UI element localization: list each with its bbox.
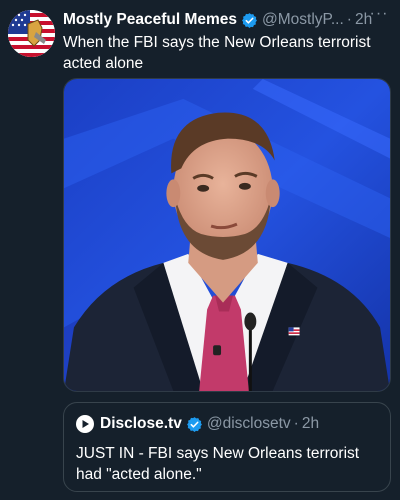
quoted-display-name[interactable]: Disclose.tv <box>100 415 182 433</box>
quoted-separator: · <box>293 415 299 432</box>
quoted-timestamp[interactable]: 2h <box>302 415 319 433</box>
tweet[interactable]: Mostly Peaceful Memes @MostlyP... · 2h ·… <box>0 0 400 500</box>
handle[interactable]: @MostlyP... <box>262 11 344 29</box>
photo-of-man-in-suit <box>64 79 390 391</box>
more-options-icon[interactable]: ··· <box>368 6 390 26</box>
quoted-tweet-header: Disclose.tv @disclosetv · 2h <box>76 415 319 433</box>
avatar[interactable] <box>8 10 55 57</box>
display-name[interactable]: Mostly Peaceful Memes <box>63 11 237 29</box>
quoted-verified-badge-icon <box>186 416 202 432</box>
verified-badge-icon <box>242 12 257 28</box>
quoted-tweet-text: JUST IN - FBI says New Orleans terrorist… <box>76 445 360 483</box>
tweet-header: Mostly Peaceful Memes @MostlyP... · 2h <box>63 9 392 31</box>
avatar-flag-image <box>8 10 55 57</box>
tweet-media[interactable] <box>63 78 391 392</box>
play-logo-icon <box>76 415 94 433</box>
tweet-text: When the FBI says the New Orleans terror… <box>63 34 371 72</box>
quoted-handle[interactable]: @disclosetv <box>207 415 291 433</box>
quoted-tweet[interactable]: Disclose.tv @disclosetv · 2h JUST IN - F… <box>63 402 391 492</box>
separator: · <box>346 11 352 28</box>
